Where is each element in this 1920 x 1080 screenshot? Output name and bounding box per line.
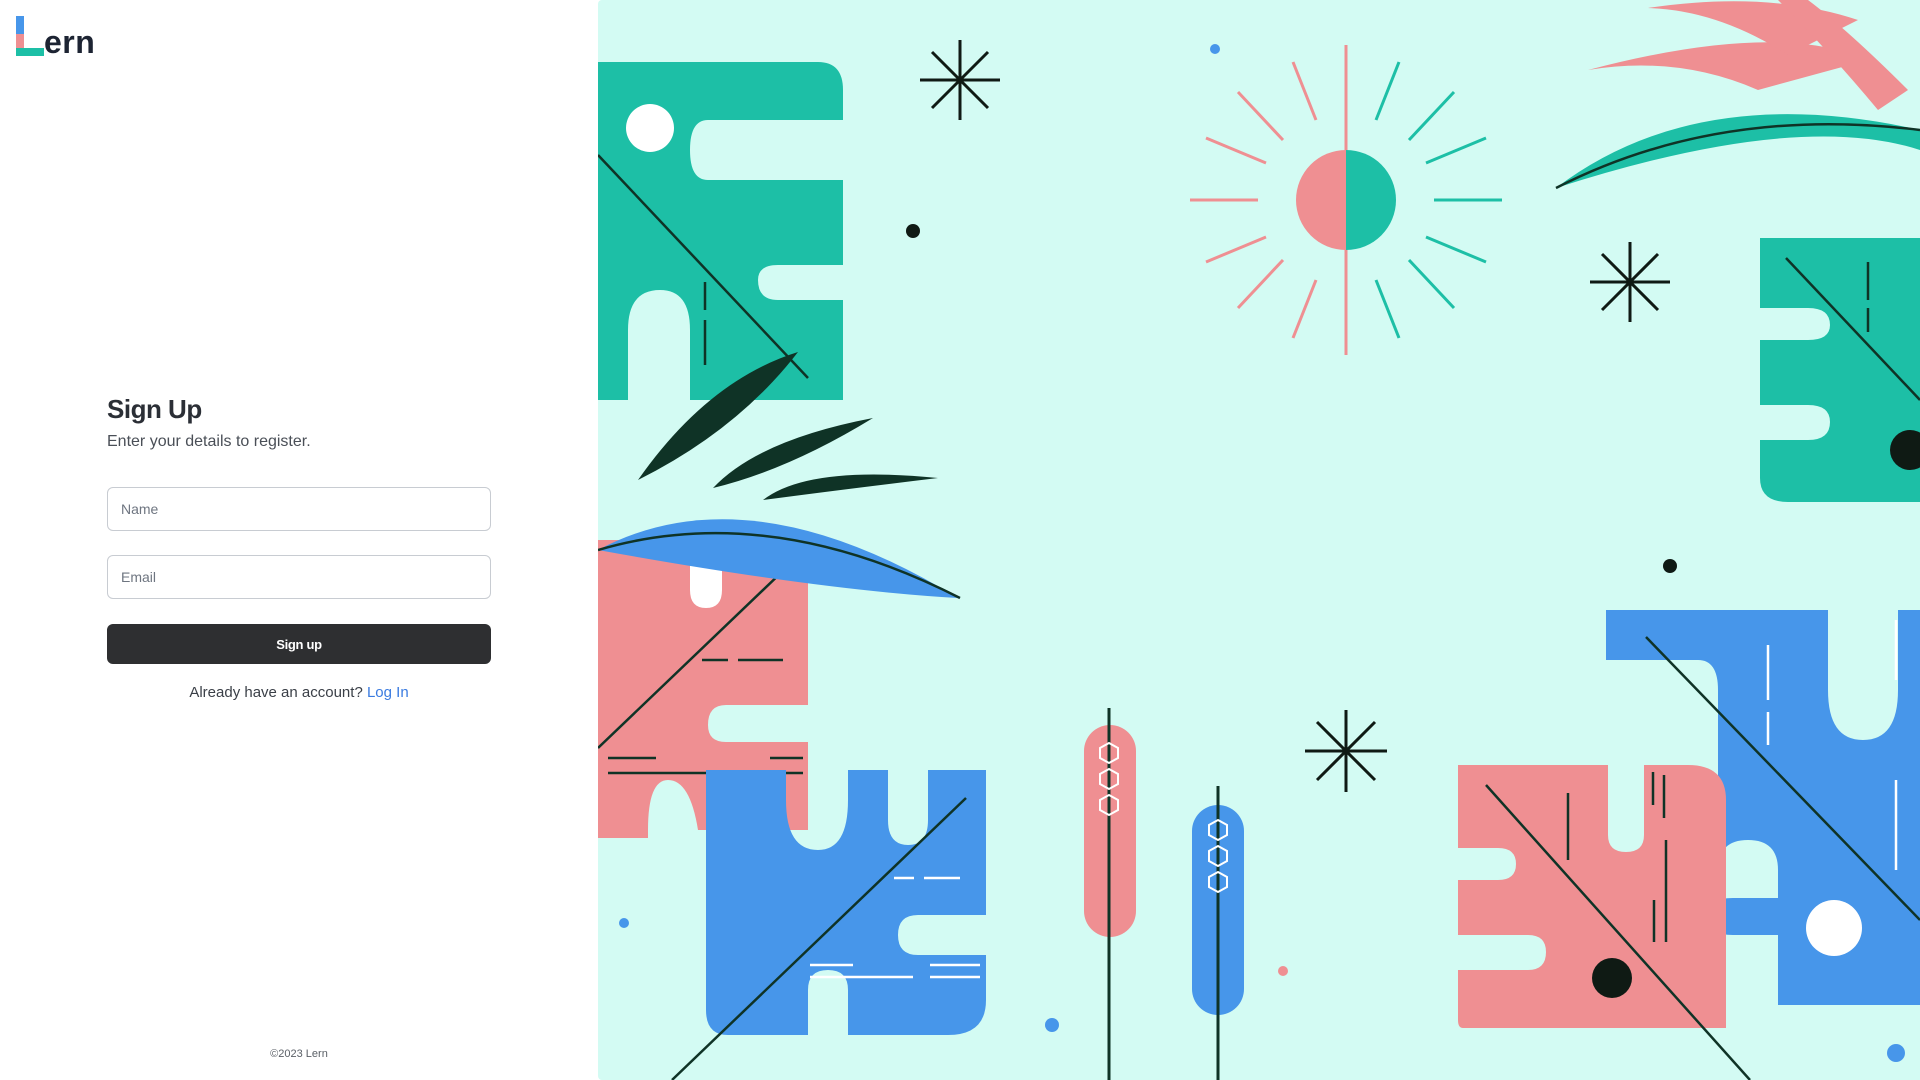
asterisk-right [1590, 242, 1670, 322]
copyright-footer: ©2023 Lern [270, 1048, 328, 1060]
login-prompt-row: Already have an account? Log In [107, 684, 491, 701]
decorative-illustration [598, 0, 1920, 1080]
teal-block-top-left [598, 62, 843, 400]
coral-pod [1084, 708, 1136, 1080]
login-link[interactable]: Log In [367, 684, 409, 701]
name-input[interactable] [107, 487, 491, 531]
asterisk-top [920, 40, 1000, 120]
leaves-top-right [1555, 0, 1920, 190]
illustration-svg [598, 0, 1920, 1080]
email-input[interactable] [107, 555, 491, 599]
signup-panel: ern Sign Up Enter your details to regist… [0, 0, 598, 1080]
asterisk-bottom [1305, 710, 1387, 792]
lern-logo-mark [16, 16, 44, 56]
blue-pod [1192, 786, 1244, 1080]
login-prompt-text: Already have an account? [189, 684, 363, 701]
blue-block-bottom-left [671, 770, 986, 1080]
sun [1190, 45, 1502, 355]
teal-block-right [1760, 238, 1920, 502]
lern-logo[interactable]: ern [16, 16, 136, 60]
coral-block-bottom-right [1458, 765, 1751, 1080]
logo-text: ern [44, 24, 96, 60]
sign-up-button[interactable]: Sign up [107, 624, 491, 664]
page-subtitle: Enter your details to register. [107, 433, 311, 450]
signup-form: Sign Up Enter your details to register. … [107, 392, 491, 701]
page-title: Sign Up [107, 394, 202, 424]
